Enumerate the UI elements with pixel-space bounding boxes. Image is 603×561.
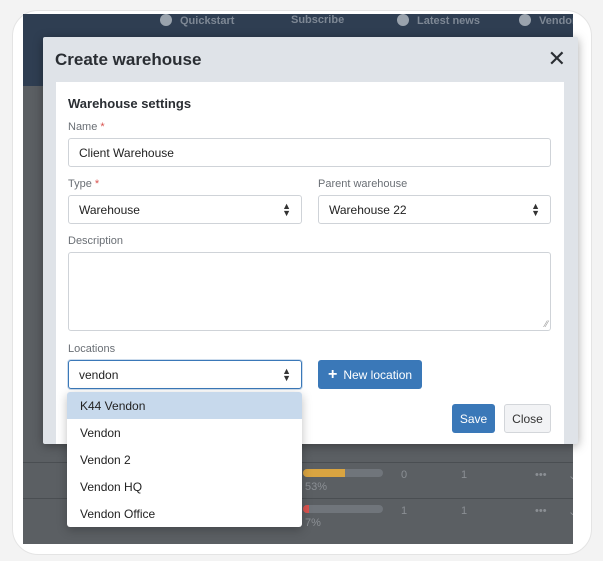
progress-bar [303,505,383,513]
description-label: Description [68,235,124,247]
locations-search-input[interactable]: vendon ▲ ▼ [68,360,302,389]
dropdown-option[interactable]: Vendon HQ [67,473,302,500]
more-icon[interactable]: ••• [535,505,547,517]
name-field[interactable]: Client Warehouse [68,138,551,167]
dropdown-option[interactable]: Vendon 2 [67,446,302,473]
progress-bar [303,469,383,477]
chevron-down-icon[interactable]: ⌄ [568,505,573,518]
parent-warehouse-label: Parent warehouse [318,178,408,190]
warehouse-settings-card: Warehouse settings Name * Client Warehou… [56,82,564,444]
resize-handle-icon[interactable]: ⁄⁄ [545,319,548,329]
section-title: Warehouse settings [68,96,192,111]
select-arrows-icon: ▲ ▼ [531,200,540,218]
type-select[interactable]: Warehouse ▲ ▼ [68,195,302,224]
nav-latest-news[interactable]: Latest news [397,14,480,27]
nav-quickstart[interactable]: Quickstart [160,14,234,27]
new-location-button[interactable]: + New location [318,360,423,389]
chevron-down-icon[interactable]: ⌄ [568,469,573,482]
nav-subscribe[interactable]: Subscribe [291,14,344,26]
locations-label: Locations [68,343,116,355]
select-arrows-icon: ▲ ▼ [282,200,291,218]
create-warehouse-modal: Create warehouse ✕ Warehouse settings Na… [43,37,578,444]
parent-warehouse-select[interactable]: Warehouse 22 ▲ ▼ [318,195,551,224]
close-button[interactable]: Close [504,404,551,433]
select-arrows-icon: ▲ ▼ [282,365,291,383]
locations-dropdown: K44 Vendon Vendon Vendon 2 Vendon HQ Ven… [67,392,302,527]
dropdown-option[interactable]: Vendon Office [67,500,302,527]
plus-icon: + [328,365,338,383]
user-icon [519,14,531,26]
type-label: Type * [68,178,100,190]
more-icon[interactable]: ••• [535,469,547,481]
required-marker: * [100,121,105,133]
required-marker: * [94,178,100,190]
dropdown-option[interactable]: Vendon [67,419,302,446]
megaphone-icon [397,14,409,26]
modal-title: Create warehouse [55,50,202,69]
description-textarea[interactable]: ⁄⁄ [68,252,551,331]
name-label: Name * [68,121,105,133]
nav-vendon[interactable]: Vendon [519,14,573,27]
info-icon [160,14,172,26]
save-button[interactable]: Save [452,404,495,433]
close-icon[interactable]: ✕ [548,48,566,70]
dropdown-option[interactable]: K44 Vendon [67,392,302,419]
